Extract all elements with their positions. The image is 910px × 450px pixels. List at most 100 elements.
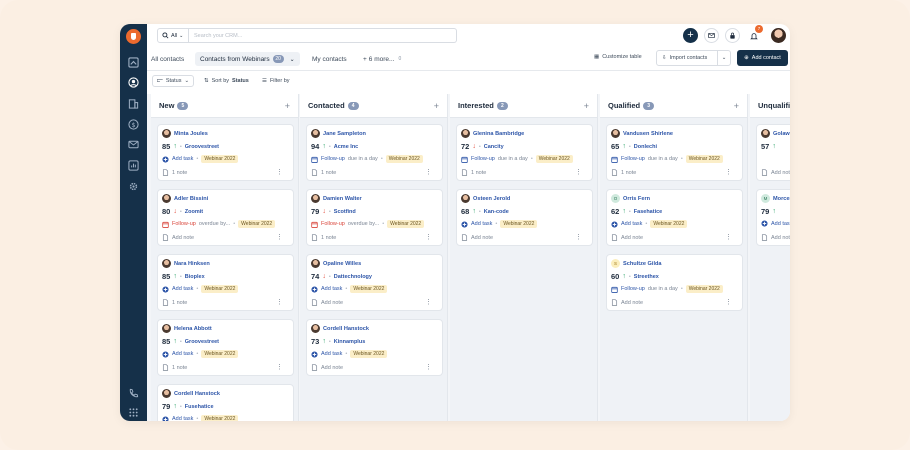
tag-badge[interactable]: Webinar 2022 [385,155,423,163]
add-contact-button[interactable]: ⊕ Add contact [737,50,788,66]
note-link[interactable]: 1 note [471,170,486,176]
contact-name[interactable]: Osteen Jerold [473,196,510,202]
contact-card[interactable]: O Orris Fern 62 ↑ • Fasehatice Add task • Webina… [606,189,743,246]
contact-name[interactable]: Cordell Hanstock [323,326,369,332]
contact-card[interactable]: Glenina Bambridge 72 ↓ • Cancity Follow-up due… [456,124,593,181]
contact-card[interactable]: Cordell Hanstock 79 ↑ • Fusehatice Add task • W… [157,384,294,421]
note-link[interactable]: Add note [321,365,343,371]
contact-name[interactable]: Schultze Gilda [623,261,662,267]
company-link[interactable]: Fasehatice [634,209,662,215]
more-options-icon[interactable]: ⋮ [276,299,283,306]
tag-badge[interactable]: Webinar 2022 [535,155,573,163]
note-link[interactable]: 1 note [172,365,187,371]
more-options-icon[interactable]: ⋮ [725,234,732,241]
contact-card[interactable]: Helena Abbott 85 ↑ • Groovestreet Add task • We… [157,319,294,376]
contact-name[interactable]: Cordell Hanstock [174,391,220,397]
note-link[interactable]: 1 note [172,300,187,306]
tag-badge[interactable]: Webinar 2022 [650,220,688,228]
contact-name[interactable]: Orris Fern [623,196,650,202]
add-card-icon[interactable]: + [285,101,290,111]
contact-card[interactable]: Adler Bissini 80 ↓ • Zoomit Follow-up overdue … [157,189,294,246]
contact-name[interactable]: Adler Bissini [174,196,208,202]
reports-icon[interactable] [127,159,140,172]
tab-my-contacts[interactable]: My contacts [312,52,347,66]
company-link[interactable]: Groovestreet [185,339,219,345]
chevron-down-icon[interactable]: ⌄ [717,51,730,65]
company-link[interactable]: Cancity [484,144,504,150]
contact-card[interactable]: Golawe57↑Add note⋮ [756,124,790,181]
contact-card[interactable]: Cordell Hanstock 73 ↑ • Kinnamplus Add task • W… [306,319,443,376]
company-link[interactable]: Bioplex [185,274,205,280]
tag-badge[interactable]: Webinar 2022 [201,285,239,293]
more-options-icon[interactable]: ⋮ [425,169,432,176]
add-card-icon[interactable]: + [734,101,739,111]
note-link[interactable]: Add note [771,235,790,241]
task-action[interactable]: Add task [321,351,342,357]
contact-card[interactable]: Osteen Jerold 68 ↑ • Kan-code Add task • Webina… [456,189,593,246]
tag-badge[interactable]: Webinar 2022 [685,155,723,163]
companies-icon[interactable] [127,97,140,110]
tag-badge[interactable]: Webinar 2022 [685,285,723,293]
contact-card[interactable]: Jane Sampleton 94 ↑ • Acme Inc Follow-up due i… [306,124,443,181]
more-options-icon[interactable]: ⋮ [425,299,432,306]
note-link[interactable]: Add note [471,235,493,241]
more-options-icon[interactable]: ⋮ [276,234,283,241]
task-action[interactable]: Follow-up [172,221,196,227]
contact-name[interactable]: Opaline Willes [323,261,361,267]
more-options-icon[interactable]: ⋮ [425,234,432,241]
lock-button[interactable] [725,28,740,43]
task-action[interactable]: Follow-up [471,156,495,162]
contact-name[interactable]: Damien Walter [323,196,362,202]
sort-button[interactable]: ⇅ Sort by Status [204,75,249,87]
contact-name[interactable]: Minta Joules [174,131,208,137]
task-action[interactable]: Add task [771,221,790,227]
tag-badge[interactable]: Webinar 2022 [201,415,239,421]
note-link[interactable]: 1 note [172,170,187,176]
task-action[interactable]: Add task [172,351,193,357]
contact-name[interactable]: Helena Abbott [174,326,212,332]
tab-more[interactable]: +6 more... 0 [363,52,401,66]
mail-button[interactable] [704,28,719,43]
add-card-icon[interactable]: + [434,101,439,111]
more-options-icon[interactable]: ⋮ [276,169,283,176]
contact-card[interactable]: MMorcen79↑Add taskAdd note⋮ [756,189,790,246]
note-link[interactable]: 1 note [321,170,336,176]
company-link[interactable]: Donlechi [634,144,657,150]
company-link[interactable]: Groovestreet [185,144,219,150]
contact-card[interactable]: Vandusen Shirlene 65 ↑ • Donlechi Follow-up du… [606,124,743,181]
task-action[interactable]: Follow-up [621,156,645,162]
add-card-icon[interactable]: + [584,101,589,111]
task-action[interactable]: Follow-up [621,286,645,292]
status-toggle-button[interactable]: ⫍ Status ⌄ [152,75,195,87]
search-scope-select[interactable]: All ⌄ [157,28,189,43]
contact-name[interactable]: Morcen [773,196,790,202]
tag-badge[interactable]: Webinar 2022 [201,155,239,163]
tag-badge[interactable]: Webinar 2022 [350,285,388,293]
phone-icon[interactable] [127,387,140,400]
contact-card[interactable]: Nara Hinksen 85 ↑ • Bioplex Add task • Webinar … [157,254,294,311]
contact-name[interactable]: Vandusen Shirlene [623,131,673,137]
note-link[interactable]: Add note [621,300,643,306]
tab-contacts-from-webinars[interactable]: Contacts from Webinars 20 ⌄ [195,52,300,66]
company-link[interactable]: Acme Inc [334,144,358,150]
company-link[interactable]: Streethex [634,274,659,280]
task-action[interactable]: Add task [471,221,492,227]
search-input[interactable]: Search your CRM... [189,28,457,43]
company-link[interactable]: Fusehatice [185,404,214,410]
company-link[interactable]: Zoomit [185,209,203,215]
company-link[interactable]: Scotfind [334,209,356,215]
contact-card[interactable]: S Schultze Gilda 60 ↑ • Streethex Follow-up due… [606,254,743,311]
contact-card[interactable]: Minta Joules 85 ↑ • Groovestreet Add task • Web… [157,124,294,181]
task-action[interactable]: Add task [621,221,642,227]
note-link[interactable]: Add note [771,170,790,176]
tag-badge[interactable]: Webinar 2022 [201,350,239,358]
apps-grid-icon[interactable] [127,406,140,419]
app-logo[interactable] [126,29,141,44]
tab-all-contacts[interactable]: All contacts [151,52,184,66]
task-action[interactable]: Add task [321,286,342,292]
contact-name[interactable]: Golawe [773,131,790,137]
dashboard-icon[interactable] [127,56,140,69]
filter-button[interactable]: ☰ Filter by [262,75,290,87]
contacts-icon[interactable] [127,76,140,89]
contact-name[interactable]: Jane Sampleton [323,131,366,137]
